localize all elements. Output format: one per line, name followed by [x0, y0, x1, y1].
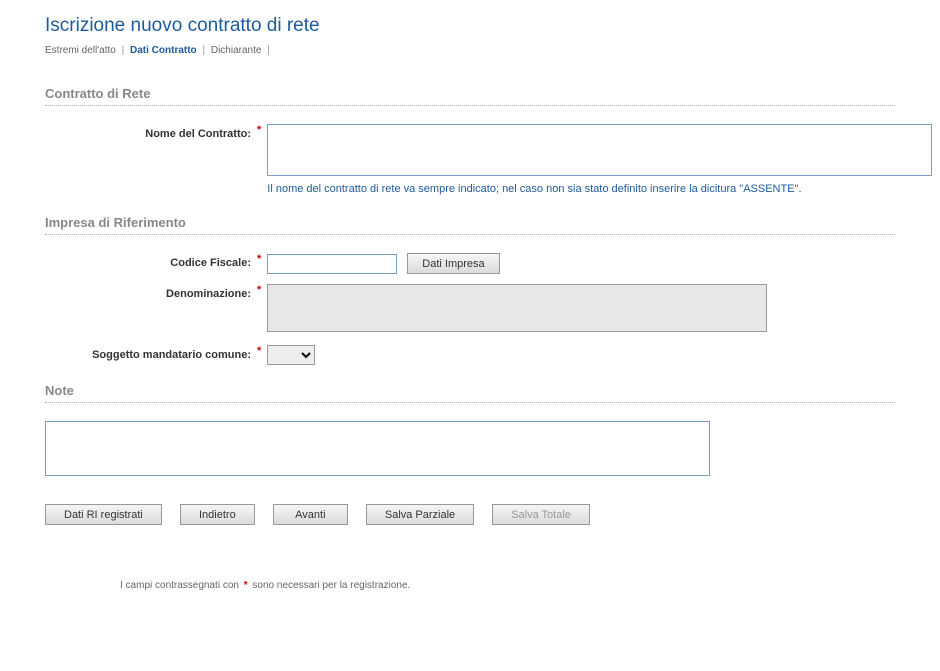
- soggetto-mandatario-select[interactable]: [267, 345, 315, 365]
- label-nome-contratto: Nome del Contratto:: [45, 124, 255, 140]
- required-marker: *: [244, 580, 248, 591]
- denominazione-input: [267, 284, 767, 332]
- required-marker: *: [257, 124, 261, 136]
- section-header-note: Note: [45, 383, 895, 403]
- nome-contratto-input[interactable]: [267, 124, 932, 176]
- salva-parziale-button[interactable]: Salva Parziale: [366, 504, 474, 525]
- page-title: Iscrizione nuovo contratto di rete: [45, 15, 895, 37]
- codice-fiscale-input[interactable]: [267, 254, 397, 274]
- button-bar: Dati RI registrati Indietro Avanti Salva…: [45, 504, 895, 525]
- salva-totale-button: Salva Totale: [492, 504, 590, 525]
- label-denominazione: Denominazione:: [45, 284, 255, 300]
- label-soggetto-mandatario: Soggetto mandatario comune:: [45, 345, 255, 361]
- breadcrumb-item-estremi[interactable]: Estremi dell'atto: [45, 45, 116, 56]
- breadcrumb-item-dichiarante[interactable]: Dichiarante: [211, 45, 262, 56]
- breadcrumb-sep: |: [122, 45, 125, 56]
- dati-ri-registrati-button[interactable]: Dati RI registrati: [45, 504, 162, 525]
- label-codice-fiscale: Codice Fiscale:: [45, 253, 255, 269]
- breadcrumb: Estremi dell'atto | Dati Contratto | Dic…: [45, 45, 895, 56]
- avanti-button[interactable]: Avanti: [273, 504, 348, 525]
- required-marker: *: [257, 284, 261, 296]
- breadcrumb-sep: |: [202, 45, 205, 56]
- section-header-contratto: Contratto di Rete: [45, 86, 895, 106]
- dati-impresa-button[interactable]: Dati Impresa: [407, 253, 499, 274]
- required-marker: *: [257, 253, 261, 265]
- section-header-impresa: Impresa di Riferimento: [45, 215, 895, 235]
- required-marker: *: [257, 345, 261, 357]
- nome-contratto-hint: Il nome del contratto di rete va sempre …: [267, 182, 932, 197]
- note-input[interactable]: [45, 421, 710, 476]
- footnote: I campi contrassegnati con * sono necess…: [120, 580, 895, 591]
- breadcrumb-sep: |: [267, 45, 270, 56]
- indietro-button[interactable]: Indietro: [180, 504, 255, 525]
- breadcrumb-item-dati-contratto[interactable]: Dati Contratto: [130, 45, 197, 56]
